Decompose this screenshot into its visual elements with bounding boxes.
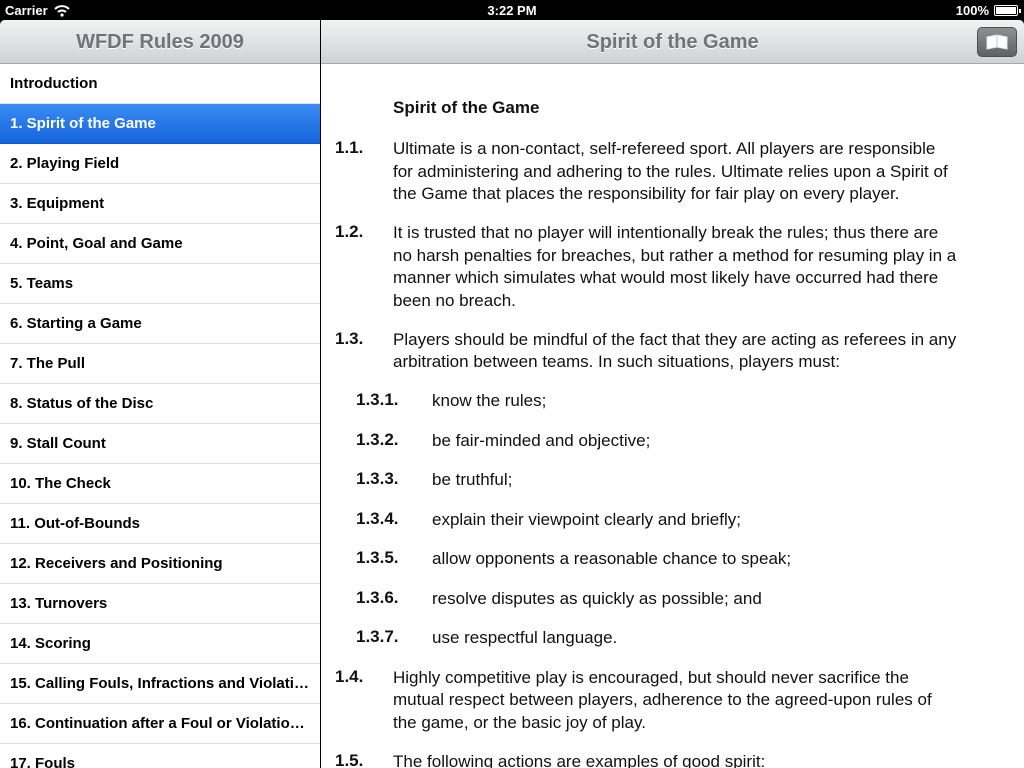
master-title: WFDF Rules 2009	[76, 31, 244, 53]
chapter-item[interactable]: 15. Calling Fouls, Infractions and Viola…	[0, 664, 320, 704]
section-heading: Spirit of the Game	[393, 98, 540, 117]
chapter-item[interactable]: 12. Receivers and Positioning	[0, 544, 320, 584]
rule-text-line: allow opponents a reasonable chance to s…	[432, 549, 792, 568]
rule-text-line: the game, or the basic joy of play.	[393, 712, 646, 732]
chapter-item[interactable]: 16. Continuation after a Foul or Violati…	[0, 704, 320, 744]
detail-pane: Spirit of the Game Spirit of the Game 1.…	[321, 20, 1024, 768]
rule-number: 1.5.	[335, 750, 364, 768]
chapter-item[interactable]: 7. The Pull	[0, 344, 320, 384]
rule-number: 1.3.5.	[356, 548, 399, 567]
chapter-item[interactable]: 13. Turnovers	[0, 584, 320, 624]
chapter-item[interactable]: 17. Fouls	[0, 744, 320, 768]
rule-text-line: for administering and adhering to the ru…	[393, 161, 948, 181]
master-pane: WFDF Rules 2009 Introduction 1. Spirit of…	[0, 20, 320, 768]
rule-text: Players should be mindful of the fact th…	[393, 329, 956, 374]
battery-icon	[994, 5, 1021, 16]
rule-text-line: use respectful language.	[432, 628, 618, 647]
rule-number: 1.3.4.	[356, 508, 399, 528]
rule-text-line: manner which simulates what would most l…	[393, 268, 939, 287]
chapter-item[interactable]: 2. Playing Field	[0, 144, 320, 184]
chapter-item[interactable]: Introduction	[0, 64, 320, 104]
rule-text-line: no harsh penalties for breaches, but rat…	[393, 245, 957, 265]
rule-text: Highly competitive play is encouraged, b…	[393, 667, 932, 735]
detail-title: Spirit of the Game	[586, 31, 759, 53]
rule-text: allow opponents a reasonable chance to s…	[432, 548, 791, 571]
book-icon	[986, 34, 1008, 50]
master-navbar: WFDF Rules 2009	[0, 20, 320, 64]
rule-text-line: mutual respect between players, adherenc…	[393, 690, 932, 709]
rule-text-line: been no breach.	[393, 290, 516, 310]
rule-number: 1.3.2.	[356, 429, 399, 449]
chapter-item[interactable]: 10. The Check	[0, 464, 320, 504]
rule-text-line: explain their viewpoint clearly and brie…	[432, 509, 741, 529]
rule-text: resolve disputes as quickly as possible;…	[432, 588, 762, 611]
status-bar: Carrier 3:22 PM 100%	[0, 0, 1024, 20]
battery-group: 100%	[955, 3, 1021, 18]
rule-text: be fair-minded and objective;	[432, 430, 650, 453]
rule-text: The following actions are examples of go…	[393, 751, 765, 768]
chapter-item[interactable]: 11. Out-of-Bounds	[0, 504, 320, 544]
rule-number: 1.3.	[335, 328, 364, 348]
chapter-item[interactable]: 1. Spirit of the Game	[0, 104, 320, 144]
rule-text: know the rules;	[432, 390, 546, 413]
rule-number: 1.3.6.	[356, 587, 399, 607]
rule-text-line: The following actions are examples of go…	[393, 751, 766, 768]
rule-text-line: be fair-minded and objective;	[432, 430, 651, 450]
battery-percent: 100%	[955, 3, 989, 18]
rule-number: 1.2.	[335, 222, 364, 241]
chapter-item[interactable]: 5. Teams	[0, 264, 320, 304]
rule-text-line: know the rules;	[432, 391, 547, 410]
detail-navbar: Spirit of the Game	[321, 20, 1024, 64]
rule-number: 1.1.	[335, 138, 364, 157]
rule-text-line: arbitration between teams. In such situa…	[393, 352, 840, 371]
rule-number: 1.4.	[335, 666, 364, 686]
rule-number: 1.3.7.	[356, 627, 399, 646]
rule-text-line: Ultimate is a non-contact, self-refereed…	[393, 139, 936, 158]
rule-text-line: be truthful;	[432, 470, 513, 489]
rule-number: 1.3.1.	[356, 390, 399, 409]
rule-number: 1.3.3.	[356, 469, 399, 488]
rule-text-line: Players should be mindful of the fact th…	[393, 329, 957, 349]
rule-text-line: the Game that places the responsibility …	[393, 184, 900, 203]
chapter-item[interactable]: 3. Equipment	[0, 184, 320, 224]
chapter-list: Introduction 1. Spirit of the Game 2. Play…	[0, 64, 320, 768]
rule-text-line: It is trusted that no player will intent…	[393, 223, 939, 242]
chapter-item[interactable]: 8. Status of the Disc	[0, 384, 320, 424]
rule-text: explain their viewpoint clearly and brie…	[432, 509, 741, 532]
chapter-item[interactable]: 6. Starting a Game	[0, 304, 320, 344]
rule-text-line: resolve disputes as quickly as possible;…	[432, 588, 762, 608]
rule-text-line: Highly competitive play is encouraged, b…	[393, 667, 909, 687]
rule-text: use respectful language.	[432, 627, 617, 650]
chapter-item[interactable]: 4. Point, Goal and Game	[0, 224, 320, 264]
rule-text: Ultimate is a non-contact, self-refereed…	[393, 138, 948, 206]
chapter-item[interactable]: 14. Scoring	[0, 624, 320, 664]
clock: 3:22 PM	[487, 3, 537, 18]
bookmarks-button[interactable]	[977, 27, 1017, 57]
rule-text: be truthful;	[432, 469, 512, 492]
chapter-item[interactable]: 9. Stall Count	[0, 424, 320, 464]
rule-text: It is trusted that no player will intent…	[393, 222, 956, 312]
